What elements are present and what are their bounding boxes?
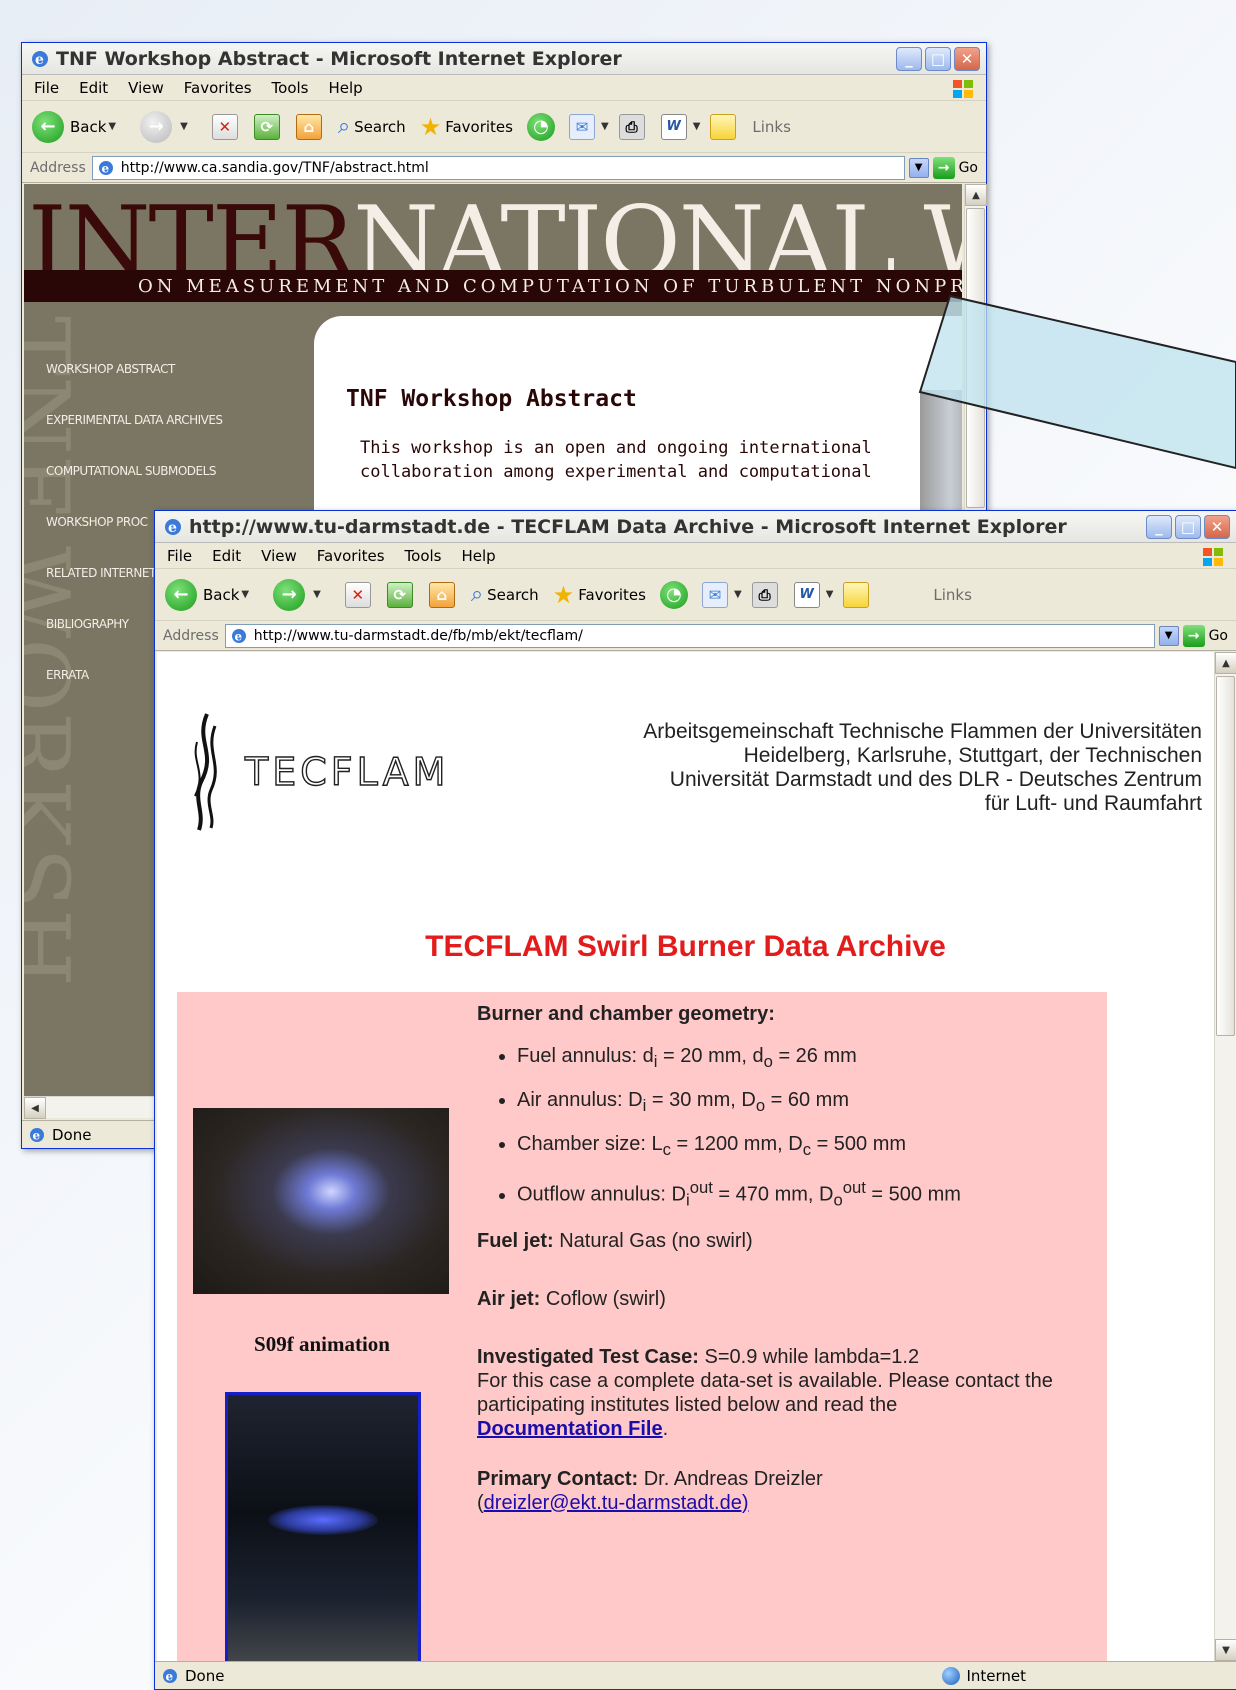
logo-text: TECFLAM	[244, 749, 450, 794]
documentation-link[interactable]: Documentation File	[477, 1418, 663, 1440]
page-icon: e	[231, 628, 246, 643]
maximize-button[interactable]: □	[1175, 515, 1201, 539]
tecflam-logo: TECFLAM	[187, 712, 449, 832]
air-jet: Air jet: Coflow (swirl)	[477, 1287, 666, 1310]
menu-bar: File Edit View Favorites Tools Help	[155, 543, 1236, 569]
word-icon[interactable]: W	[793, 581, 820, 608]
page-content: TECFLAM Arbeitsgemeinschaft Technische F…	[157, 652, 1214, 1661]
home-icon[interactable]: ⌂	[428, 581, 455, 608]
toolbar: ← Back ▼ → ▼ ✕ ⟳ ⌂ ⌕ Search ★ Favorites ◔ ✉ ▼ …	[155, 569, 1236, 621]
title-bar[interactable]: e http://www.tu-darmstadt.de - TECFLAM D…	[155, 511, 1236, 543]
favorites-button[interactable]: ★ Favorites	[553, 581, 646, 609]
flame-logo-icon	[194, 713, 217, 831]
menu-file[interactable]: File	[155, 547, 202, 565]
geometry-list: Fuel annulus: di = 20 mm, do = 26 mm Air…	[517, 1044, 1117, 1213]
archive-title: TECFLAM Swirl Burner Data Archive	[425, 930, 946, 963]
scroll-thumb[interactable]	[1216, 676, 1235, 1036]
geometry-heading: Burner and chamber geometry:	[477, 1003, 775, 1025]
print-icon[interactable]: ⎙	[751, 581, 778, 608]
animation-caption: S09f animation	[254, 1332, 390, 1356]
list-item: Chamber size: Lc = 1200 mm, Dc = 500 mm	[517, 1132, 1117, 1162]
security-zone: Internet	[942, 1666, 1026, 1685]
page-status-icon: e	[163, 1668, 177, 1683]
fuel-jet: Fuel jet: Natural Gas (no swirl)	[477, 1229, 753, 1252]
list-item: Air annulus: Di = 30 mm, Do = 60 mm	[517, 1088, 1117, 1118]
svg-text:e: e	[168, 520, 177, 536]
menu-help[interactable]: Help	[452, 547, 506, 565]
star-icon: ★	[552, 580, 575, 609]
go-arrow-icon: →	[1182, 624, 1205, 647]
address-dropdown[interactable]: ▼	[1158, 625, 1179, 646]
search-icon: ⌕	[470, 582, 484, 607]
address-label: Address	[163, 627, 219, 644]
windows-logo-icon	[1203, 548, 1223, 566]
address-bar: Address e http://www.tu-darmstadt.de/fb/…	[155, 621, 1236, 651]
callout-top	[918, 294, 1236, 470]
test-case: Investigated Test Case: S=0.9 while lamb…	[477, 1345, 1053, 1440]
globe-icon	[942, 1666, 961, 1685]
menu-edit[interactable]: Edit	[202, 547, 251, 565]
window-title: http://www.tu-darmstadt.de - TECFLAM Dat…	[189, 515, 1067, 538]
menu-view[interactable]: View	[251, 547, 307, 565]
contact-email-link[interactable]: dreizler@ekt.tu-darmstadt.de)	[484, 1492, 749, 1514]
scroll-up-icon[interactable]: ▲	[1215, 652, 1236, 674]
primary-contact: Primary Contact: Dr. Andreas Dreizler (dr…	[477, 1467, 823, 1514]
list-item: Outflow annulus: Diout = 470 mm, Doout =…	[517, 1176, 1117, 1213]
note-icon[interactable]	[843, 581, 870, 608]
mail-icon[interactable]: ✉	[701, 581, 728, 608]
institutes-text: Arbeitsgemeinschaft Technische Flammen d…	[643, 720, 1202, 815]
refresh-icon[interactable]: ⟳	[386, 581, 413, 608]
vertical-scrollbar[interactable]: ▲ ▼	[1214, 652, 1236, 1661]
history-icon[interactable]: ◔	[659, 580, 688, 609]
go-button[interactable]: → Go	[1182, 624, 1228, 647]
back-button[interactable]: ← Back ▼	[165, 578, 259, 611]
geometry-info: Burner and chamber geometry: Fuel annulu…	[477, 1002, 1117, 1515]
svg-text:e: e	[234, 629, 242, 643]
data-panel: S09f animation Burner and chamber geomet…	[177, 992, 1107, 1661]
status-text: Done	[185, 1666, 225, 1685]
stop-icon[interactable]: ✕	[344, 581, 371, 608]
close-button[interactable]: ✕	[1204, 515, 1230, 539]
back-arrow-icon: ←	[165, 578, 197, 611]
burner-animation[interactable]	[225, 1392, 421, 1661]
svg-text:e: e	[166, 1669, 174, 1683]
scroll-down-icon[interactable]: ▼	[1215, 1639, 1236, 1661]
url-text: http://www.tu-darmstadt.de/fb/mb/ekt/tec…	[253, 627, 583, 644]
links-button[interactable]: Links	[933, 586, 972, 604]
flame-photo	[193, 1108, 449, 1294]
list-item: Fuel annulus: di = 20 mm, do = 26 mm	[517, 1044, 1117, 1074]
forward-arrow-icon: →	[273, 578, 306, 611]
status-bar: e Done Internet	[155, 1661, 1236, 1689]
ie-icon: e	[165, 518, 181, 536]
menu-tools[interactable]: Tools	[395, 547, 452, 565]
forward-button[interactable]: → ▼	[273, 578, 331, 611]
address-input[interactable]: e http://www.tu-darmstadt.de/fb/mb/ekt/t…	[224, 623, 1155, 648]
search-button[interactable]: ⌕ Search	[471, 582, 539, 607]
minimize-button[interactable]: _	[1146, 515, 1172, 539]
ie-window-tecflam[interactable]: e http://www.tu-darmstadt.de - TECFLAM D…	[154, 510, 1236, 1690]
menu-favorites[interactable]: Favorites	[307, 547, 395, 565]
